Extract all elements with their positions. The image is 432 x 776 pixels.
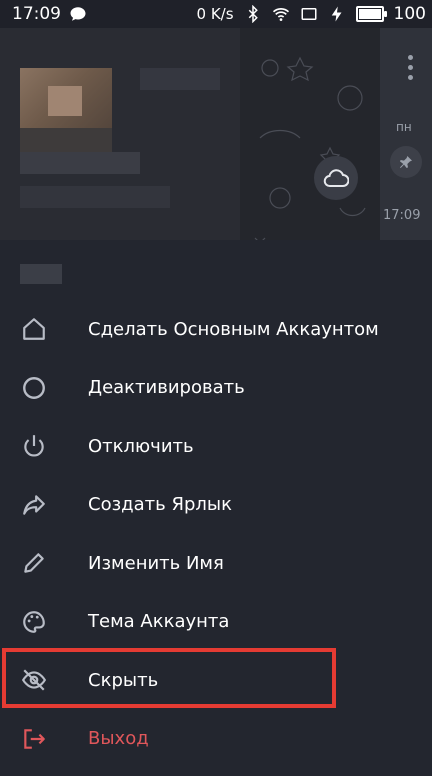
menu-item-label: Скрыть bbox=[88, 669, 159, 691]
power-icon bbox=[20, 432, 48, 460]
chat-time-label: 17:09 bbox=[383, 208, 421, 223]
cloud-icon bbox=[323, 169, 349, 187]
status-bar-right: 0 K/s 100 bbox=[197, 4, 426, 24]
menu-item-deactivate[interactable]: Деактивировать bbox=[0, 359, 432, 418]
bluetooth-icon bbox=[248, 5, 258, 23]
chat-list-background: пн 17:09 bbox=[0, 28, 432, 240]
cloud-button[interactable] bbox=[314, 156, 358, 200]
battery-level: 100 bbox=[393, 4, 426, 24]
message-icon bbox=[70, 7, 86, 21]
pin-icon[interactable] bbox=[390, 146, 422, 178]
share-arrow-icon bbox=[20, 491, 48, 519]
blurred-avatar bbox=[20, 68, 112, 158]
network-speed: 0 K/s bbox=[196, 5, 234, 23]
screen-icon bbox=[301, 8, 317, 20]
status-bar: 17:09 0 K/s 100 bbox=[0, 0, 432, 28]
menu-item-label: Изменить Имя bbox=[88, 552, 224, 574]
menu-item-label: Создать Ярлык bbox=[88, 494, 232, 516]
menu-item-create-shortcut[interactable]: Создать Ярлык bbox=[0, 476, 432, 535]
charging-icon bbox=[331, 6, 342, 22]
menu-item-label: Тема Аккаунта bbox=[88, 611, 230, 633]
menu-item-label: Деактивировать bbox=[88, 377, 245, 399]
menu-item-label: Выход bbox=[88, 728, 149, 750]
chat-day-label: пн bbox=[396, 120, 412, 134]
menu-item-make-primary[interactable]: Сделать Основным Аккаунтом bbox=[0, 300, 432, 359]
status-time: 17:09 bbox=[12, 4, 61, 24]
pencil-icon bbox=[20, 549, 48, 577]
blurred-text bbox=[20, 152, 140, 174]
circle-icon bbox=[20, 374, 48, 402]
blurred-text bbox=[140, 68, 220, 90]
status-bar-left: 17:09 bbox=[12, 4, 87, 24]
logout-icon bbox=[20, 725, 48, 753]
menu-item-rename[interactable]: Изменить Имя bbox=[0, 534, 432, 593]
menu-item-logout[interactable]: Выход bbox=[0, 710, 432, 769]
wifi-icon bbox=[272, 8, 289, 21]
more-options-button[interactable] bbox=[400, 52, 420, 82]
account-options-sheet: Сделать Основным Аккаунтом Деактивироват… bbox=[0, 240, 432, 776]
chat-wallpaper bbox=[240, 28, 390, 240]
menu-item-label: Отключить bbox=[88, 435, 194, 457]
account-menu: Сделать Основным Аккаунтом Деактивироват… bbox=[0, 300, 432, 768]
menu-item-label: Сделать Основным Аккаунтом bbox=[88, 318, 379, 340]
home-icon bbox=[20, 315, 48, 343]
menu-item-disconnect[interactable]: Отключить bbox=[0, 417, 432, 476]
blurred-text bbox=[20, 186, 170, 208]
menu-item-hide[interactable]: Скрыть bbox=[0, 651, 432, 710]
eye-off-icon bbox=[20, 666, 48, 694]
menu-item-account-theme[interactable]: Тема Аккаунта bbox=[0, 593, 432, 652]
battery-icon bbox=[355, 6, 387, 22]
palette-icon bbox=[20, 608, 48, 636]
blurred-account-name bbox=[20, 264, 62, 284]
